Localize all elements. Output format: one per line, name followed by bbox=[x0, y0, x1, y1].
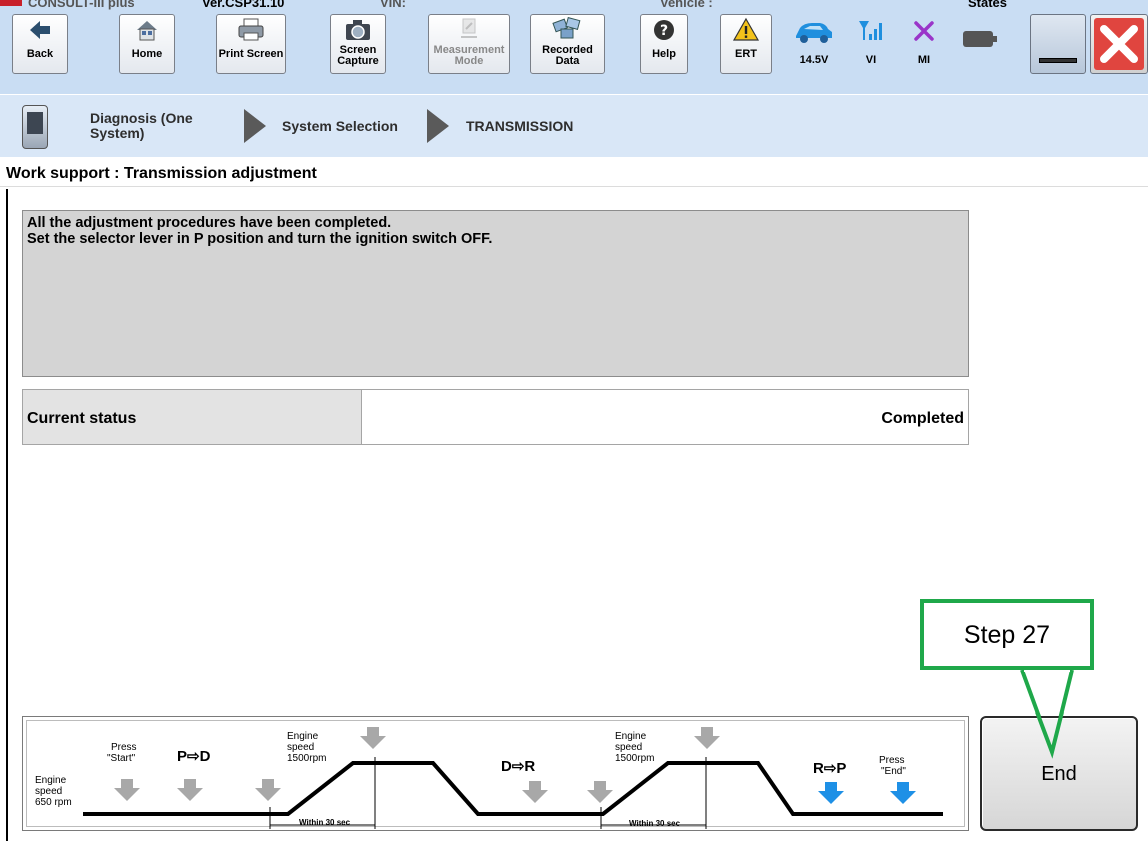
home-button[interactable]: Home bbox=[119, 14, 175, 74]
press-end-label: "End" bbox=[881, 766, 906, 777]
close-icon bbox=[1094, 18, 1144, 70]
consult-window: CONSULT-III plus Ver.CSP31.10 VIN: Vehic… bbox=[0, 0, 1148, 841]
end-button[interactable]: End bbox=[980, 716, 1138, 831]
breadcrumb-transmission: TRANSMISSION bbox=[466, 118, 574, 134]
battery-status bbox=[960, 24, 1000, 58]
close-button[interactable] bbox=[1090, 14, 1148, 74]
shift-d-to-r: D⇨R bbox=[501, 758, 536, 775]
message-line-1: All the adjustment procedures have been … bbox=[27, 215, 392, 231]
page-title: Work support : Transmission adjustment bbox=[6, 165, 317, 182]
high-speed-label: speed bbox=[615, 742, 643, 753]
vin-label: VIN: bbox=[380, 0, 406, 10]
printer-icon bbox=[217, 15, 285, 49]
status-value-cell: Completed bbox=[361, 390, 968, 444]
message-box: All the adjustment procedures have been … bbox=[22, 210, 969, 377]
press-start-label: Press bbox=[111, 742, 137, 753]
breadcrumb: Diagnosis (One System) System Selection … bbox=[0, 95, 1148, 157]
recorded-data-button[interactable]: Recorded Data bbox=[530, 14, 605, 74]
shift-p-to-d: P⇨D bbox=[177, 748, 211, 765]
within-30-sec-label: Within 30 sec bbox=[299, 818, 351, 827]
svg-text:?: ? bbox=[660, 23, 668, 39]
step-callout: Step 27 bbox=[920, 599, 1094, 670]
idle-speed-value: 650 rpm bbox=[35, 797, 72, 808]
title-bar: CONSULT-III plus Ver.CSP31.10 VIN: Vehic… bbox=[0, 0, 1148, 14]
high-speed-value: 1500rpm bbox=[287, 753, 327, 764]
high-speed-label: Engine bbox=[615, 731, 647, 742]
within-30-sec-label: Within 30 sec bbox=[629, 819, 681, 828]
battery-voltage-status: 14.5V bbox=[786, 16, 842, 66]
home-icon bbox=[120, 15, 174, 49]
high-speed-label: Engine bbox=[287, 731, 319, 742]
breadcrumb-diagnosis-line2[interactable]: System) bbox=[90, 126, 144, 141]
help-button[interactable]: ? Help bbox=[640, 14, 688, 74]
vi-status: VI bbox=[853, 16, 889, 66]
high-speed-value: 1500rpm bbox=[615, 753, 655, 764]
high-speed-label: speed bbox=[287, 742, 315, 753]
status-label: Current status bbox=[27, 410, 137, 427]
measurement-mode-button[interactable]: Measurement Mode bbox=[428, 14, 510, 74]
press-end-label: Press bbox=[879, 755, 905, 766]
status-row: Current status Completed bbox=[22, 389, 969, 445]
help-icon: ? bbox=[641, 15, 687, 49]
status-value: Completed bbox=[881, 410, 964, 427]
idle-speed-label: speed bbox=[35, 786, 63, 797]
toolbar: Back Home Print Screen Screen Capture Me… bbox=[0, 14, 1148, 94]
breadcrumb-arrow-icon bbox=[427, 109, 449, 143]
minimize-icon bbox=[1039, 58, 1077, 63]
signal-icon bbox=[853, 16, 889, 54]
breadcrumb-arrow-icon bbox=[244, 109, 266, 143]
camera-icon bbox=[331, 15, 385, 45]
left-divider bbox=[6, 189, 8, 841]
car-icon bbox=[786, 16, 842, 54]
status-label-cell: Current status bbox=[23, 390, 361, 444]
app-logo bbox=[0, 0, 22, 6]
back-button[interactable]: Back bbox=[12, 14, 68, 74]
version-label: Ver.CSP31.10 bbox=[202, 0, 285, 10]
warning-icon bbox=[721, 15, 771, 49]
shift-r-to-p: R⇨P bbox=[813, 760, 847, 777]
battery-icon bbox=[960, 24, 1000, 58]
states-label: States bbox=[968, 0, 1008, 10]
disconnected-x-icon bbox=[906, 16, 942, 54]
consult-device-icon bbox=[22, 105, 48, 149]
app-name: CONSULT-III plus bbox=[28, 0, 135, 10]
idle-speed-label: Engine bbox=[35, 775, 67, 786]
breadcrumb-diagnosis-line1[interactable]: Diagnosis (One bbox=[90, 111, 193, 126]
section-title-bar: Work support : Transmission adjustment bbox=[0, 160, 1148, 187]
mi-status: MI bbox=[906, 16, 942, 66]
back-arrow-icon bbox=[13, 15, 67, 49]
press-start-label: "Start" bbox=[107, 753, 136, 764]
procedure-diagram: Engine speed 650 rpm Press "Start" P⇨D E… bbox=[22, 716, 969, 831]
recorded-data-icon bbox=[531, 15, 604, 45]
vehicle-label: Vehicle : bbox=[660, 0, 713, 10]
meter-icon bbox=[429, 15, 509, 45]
step-callout-text: Step 27 bbox=[963, 621, 1051, 649]
ert-button[interactable]: ERT bbox=[720, 14, 772, 74]
end-button-label: End bbox=[1041, 763, 1077, 785]
screen-capture-button[interactable]: Screen Capture bbox=[330, 14, 386, 74]
minimize-button[interactable] bbox=[1030, 14, 1086, 74]
breadcrumb-system-selection[interactable]: System Selection bbox=[282, 119, 398, 134]
print-screen-button[interactable]: Print Screen bbox=[216, 14, 286, 74]
message-line-2: Set the selector lever in P position and… bbox=[27, 231, 493, 247]
